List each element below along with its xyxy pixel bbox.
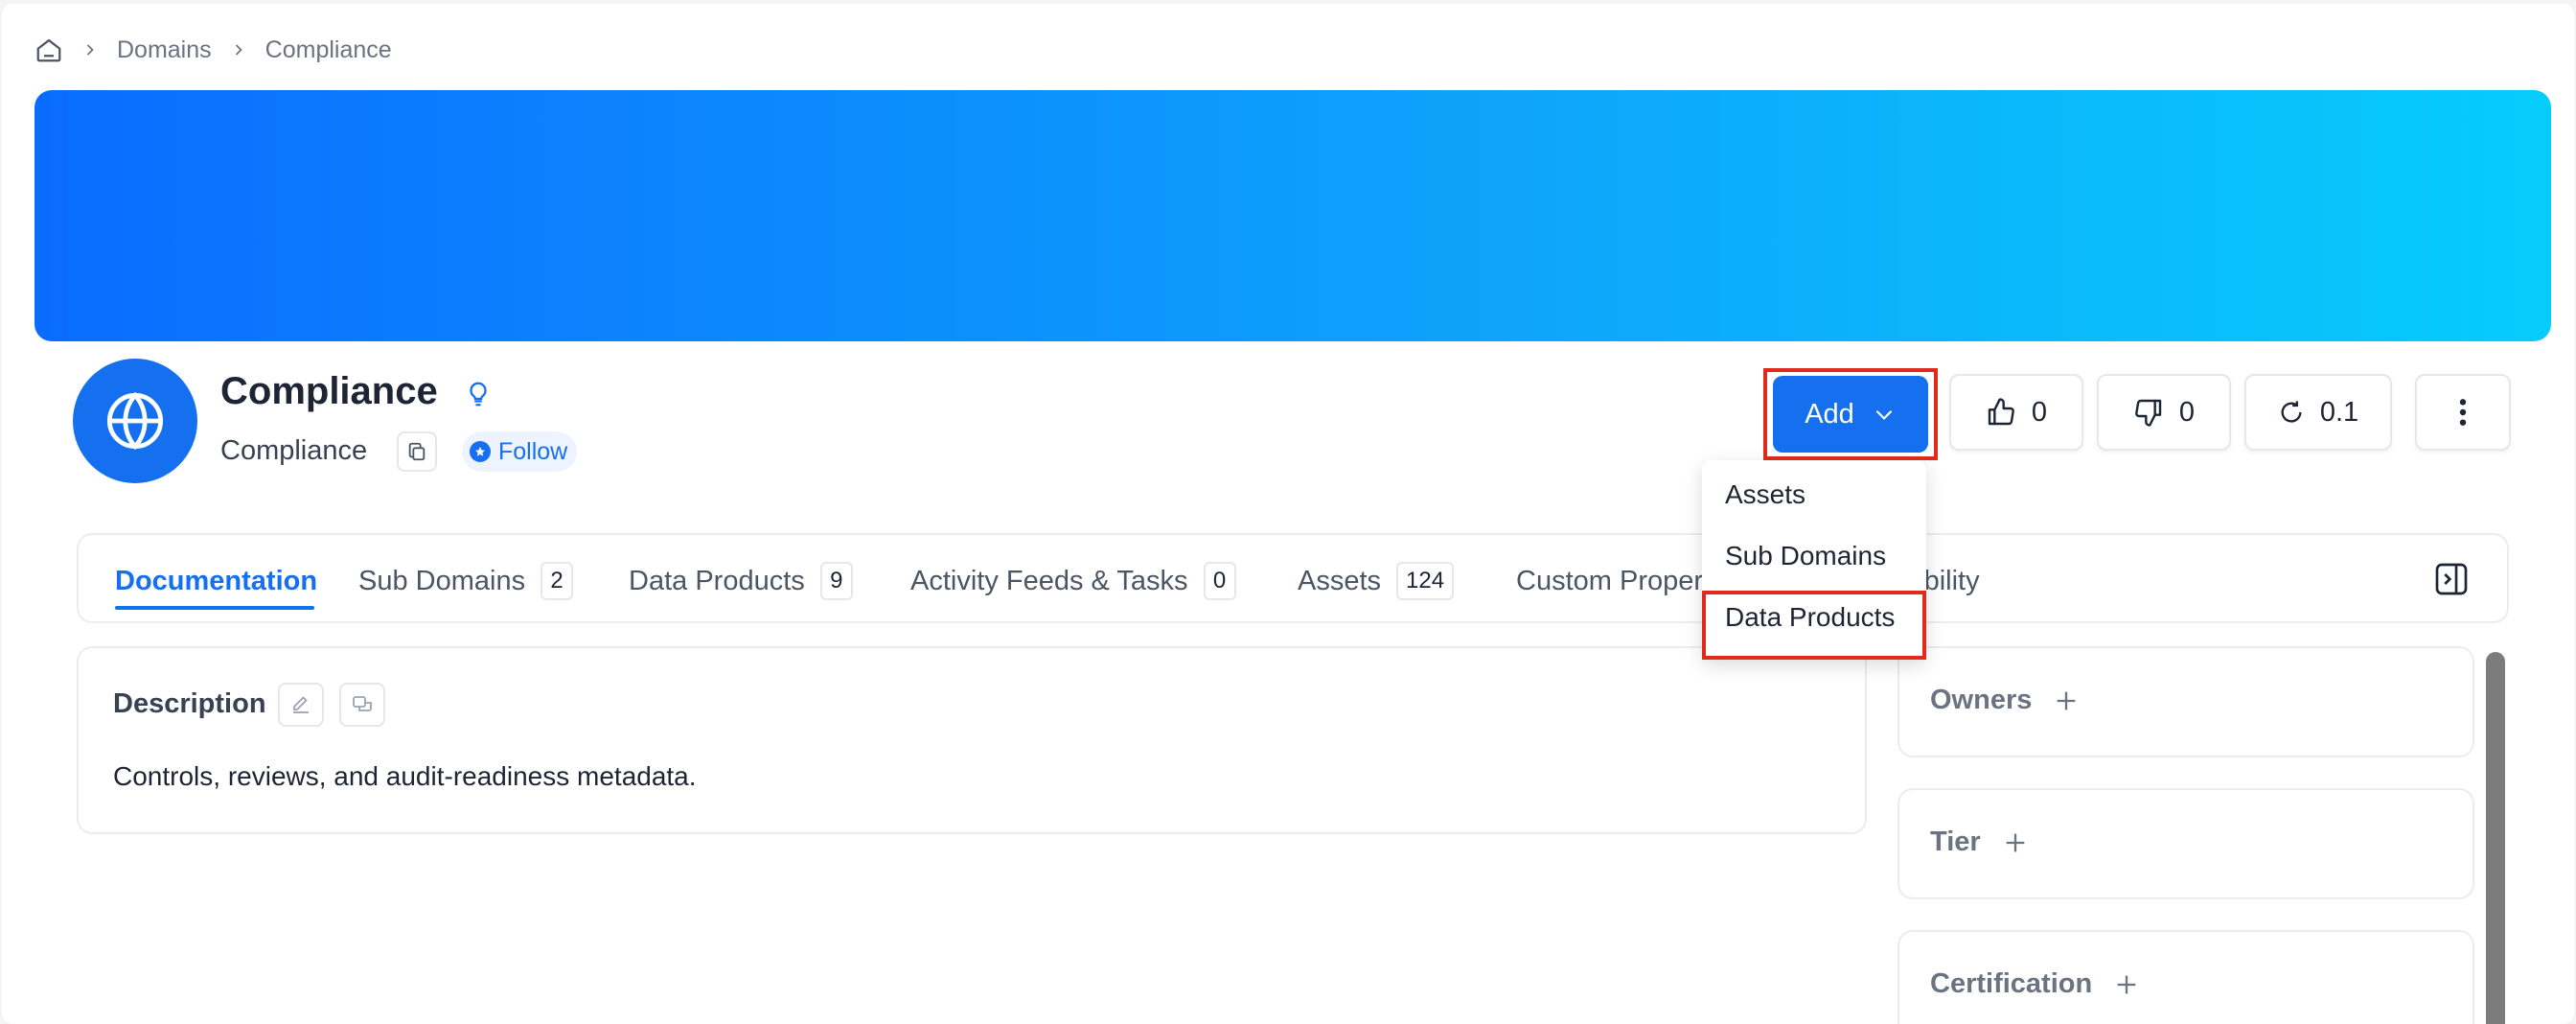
tab-count: 0: [1203, 562, 1236, 600]
breadcrumb: Domains Compliance: [34, 31, 392, 69]
follow-label: Follow: [498, 437, 568, 465]
chevron-right-icon: [80, 40, 100, 59]
edit-icon: [293, 696, 309, 713]
star-icon: [470, 441, 491, 462]
copy-button[interactable]: [397, 431, 437, 472]
version-button[interactable]: 0.1: [2244, 374, 2392, 451]
description-text: Controls, reviews, and audit-readiness m…: [113, 761, 697, 791]
plus-icon[interactable]: [2053, 687, 2080, 714]
more-vertical-icon: [2459, 399, 2467, 426]
owners-label: Owners: [1930, 685, 2033, 715]
tab-label: Data Products: [629, 565, 805, 596]
certification-label: Certification: [1930, 968, 2093, 999]
tier-section: Tier: [1930, 826, 2029, 858]
plus-icon[interactable]: [2002, 829, 2029, 856]
plus-icon[interactable]: [2113, 971, 2140, 998]
tab-sub-domains[interactable]: Sub Domains 2: [358, 562, 574, 600]
thumbs-down-icon: [2135, 399, 2162, 427]
tab-activity-feeds[interactable]: Activity Feeds & Tasks 0: [910, 562, 1236, 600]
like-button[interactable]: 0: [1949, 374, 2083, 451]
domain-avatar: [73, 359, 197, 483]
domain-display-name: Compliance: [220, 435, 368, 466]
dislike-button[interactable]: 0: [2097, 374, 2231, 451]
follow-button[interactable]: Follow: [462, 431, 578, 472]
history-icon: [2281, 401, 2302, 423]
owners-section: Owners: [1930, 685, 2080, 716]
tier-label: Tier: [1930, 826, 1981, 857]
menu-item-data-products[interactable]: Data Products: [1725, 602, 1895, 633]
edit-description-button[interactable]: [278, 683, 324, 727]
tab-count: 9: [819, 562, 853, 600]
tab-assets[interactable]: Assets 124: [1298, 562, 1455, 600]
menu-item-sub-domains[interactable]: Sub Domains: [1725, 541, 1886, 571]
breadcrumb-current: Compliance: [264, 35, 392, 63]
version-number: 0.1: [2319, 396, 2359, 428]
tab-count: 124: [1396, 562, 1455, 600]
panel-toggle-icon[interactable]: [2432, 560, 2471, 603]
tab-documentation[interactable]: Documentation: [115, 562, 317, 600]
domain-cover-banner: [34, 90, 2551, 341]
menu-item-assets[interactable]: Assets: [1725, 479, 1806, 510]
tab-count: 2: [540, 562, 574, 600]
active-tab-indicator: [115, 606, 314, 610]
page-title: Compliance: [220, 370, 438, 412]
chevron-right-icon: [229, 40, 248, 59]
description-card: [77, 646, 1867, 834]
more-options-button[interactable]: [2415, 374, 2511, 451]
certification-section: Certification: [1930, 968, 2140, 1000]
tab-label: Assets: [1298, 565, 1382, 596]
tab-label: Documentation: [115, 565, 318, 596]
copy-icon: [408, 442, 426, 461]
description-title: Description: [113, 688, 266, 719]
like-count: 0: [2031, 396, 2048, 428]
tab-label: Activity Feeds & Tasks: [910, 565, 1188, 596]
thumbs-up-icon: [1988, 398, 2014, 426]
breadcrumb-domains-link[interactable]: Domains: [117, 36, 212, 64]
add-button-highlight: [1763, 368, 1938, 460]
dislike-count: 0: [2178, 396, 2196, 428]
home-icon[interactable]: [34, 35, 63, 64]
scrollbar[interactable]: [2486, 652, 2505, 1024]
tab-label: Sub Domains: [358, 565, 526, 596]
lightbulb-icon[interactable]: [464, 378, 493, 415]
comment-icon: [353, 696, 372, 711]
tab-data-products[interactable]: Data Products 9: [629, 562, 853, 600]
comment-button[interactable]: [339, 683, 385, 727]
globe-icon: [106, 391, 164, 451]
